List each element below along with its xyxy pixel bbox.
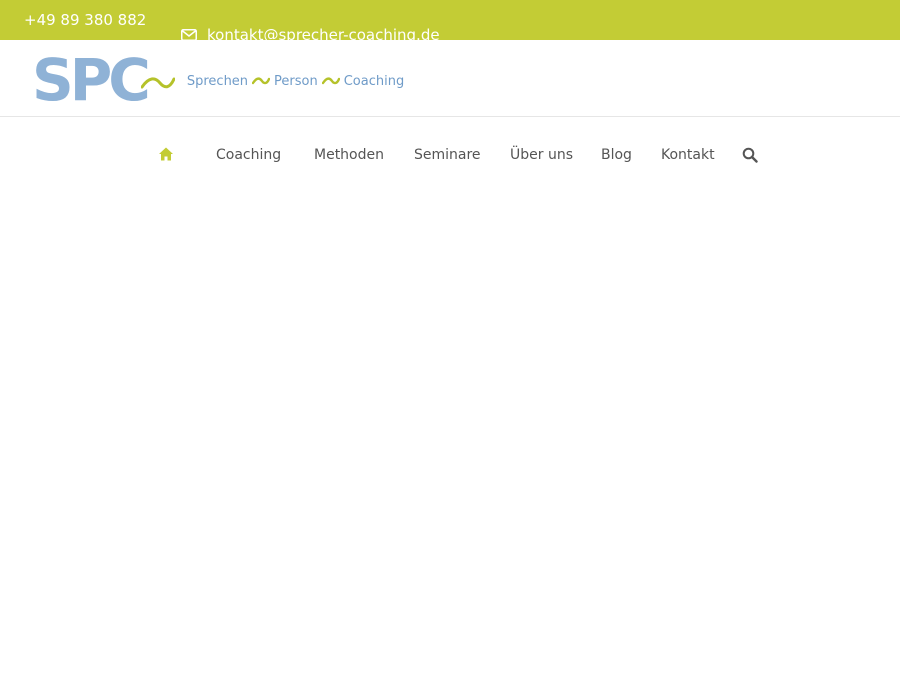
- nav-item-kontakt[interactable]: Kontakt: [661, 145, 715, 165]
- tagline-word: Sprechen: [186, 73, 249, 89]
- site-logo[interactable]: SPC Sprechen Person Coaching: [32, 46, 404, 114]
- logo-tagline: Sprechen Person Coaching: [187, 74, 404, 89]
- top-contact-bar: +49 89 380 882 kontakt@sprecher-coaching…: [0, 0, 900, 44]
- phone-link[interactable]: +49 89 380 882: [24, 10, 146, 30]
- email-link[interactable]: kontakt@sprecher-coaching.de: [181, 25, 440, 45]
- tilde-icon: [252, 77, 271, 85]
- nav-item-methoden[interactable]: Methoden: [314, 145, 384, 165]
- nav-item-coaching[interactable]: Coaching: [216, 145, 281, 165]
- main-navigation: Coaching Methoden Seminare Über uns Blog…: [0, 117, 900, 193]
- logo-swoosh-icon: [140, 77, 175, 89]
- home-icon[interactable]: [158, 146, 174, 162]
- nav-item-seminare[interactable]: Seminare: [414, 145, 481, 165]
- nav-item-ueber-uns[interactable]: Über uns: [510, 145, 573, 165]
- nav-item-blog[interactable]: Blog: [601, 145, 632, 165]
- tilde-icon: [321, 77, 340, 85]
- envelope-icon: [181, 29, 197, 41]
- search-icon[interactable]: [742, 147, 758, 163]
- page-content: [0, 193, 900, 700]
- logo-mark: SPC: [32, 46, 151, 114]
- site-header: SPC Sprechen Person Coaching: [0, 40, 900, 117]
- tagline-word: Person: [274, 73, 318, 89]
- email-text: kontakt@sprecher-coaching.de: [207, 26, 440, 44]
- tagline-word: Coaching: [343, 73, 405, 89]
